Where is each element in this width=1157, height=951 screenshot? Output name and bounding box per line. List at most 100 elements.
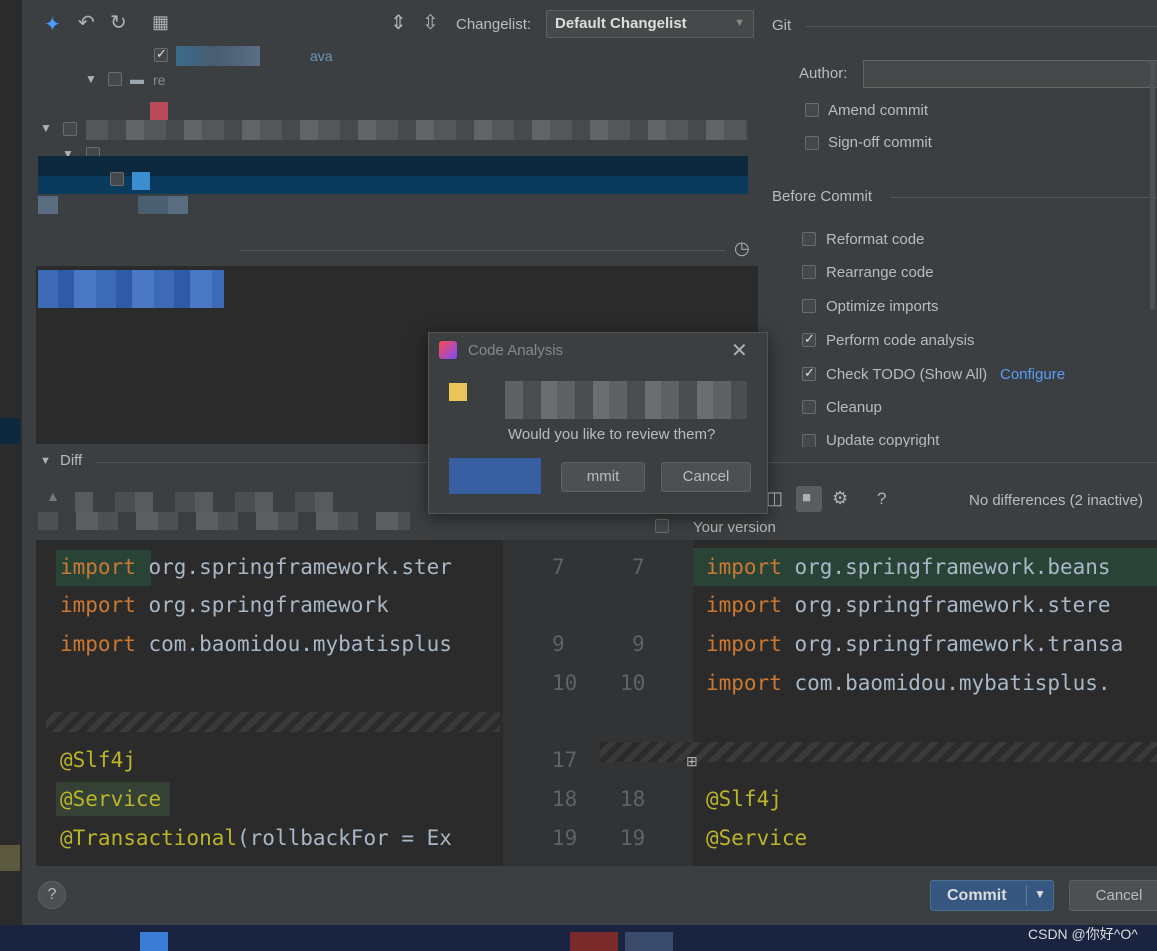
blurred-toolbar-row [38,512,410,530]
left-code-line: @Slf4j [60,748,136,772]
commit-button-label: Commit [947,887,1007,904]
gear-icon[interactable]: ⚙ [832,488,848,509]
diff-fold-separator [46,712,500,732]
configure-link[interactable]: Configure [1000,366,1065,383]
refresh-icon[interactable]: ↻ [110,10,127,35]
taskbar-app-icon[interactable] [570,932,618,951]
changelist-value: Default Changelist [555,15,687,32]
amend-commit-label[interactable]: Amend commit [828,102,928,119]
blurred-commit-message [38,270,224,308]
blurred-row [38,196,262,214]
help-button[interactable]: ? [38,881,66,909]
folder-icon: ▬ [130,71,144,87]
gutter-line-number: 7 [552,555,565,579]
ide-left-highlight-2 [0,845,20,871]
before-commit-title: Before Commit [772,188,873,205]
file-name-suffix: ava [310,48,333,64]
lock-icon: ■ [802,489,812,506]
warning-icon [449,383,467,401]
file-checkbox[interactable] [154,46,168,62]
perform-code-analysis-label[interactable]: Perform code analysis [826,332,974,349]
pin-icon[interactable]: ✦ [44,12,61,37]
selected-file-checkbox[interactable] [110,172,124,186]
sign-off-commit-label[interactable]: Sign-off commit [828,134,932,151]
cancel-button[interactable]: Cancel [1069,880,1157,911]
author-label: Author: [799,65,848,82]
changelist-dropdown[interactable]: Default Changelist ▼ [546,10,754,38]
reformat-code-label[interactable]: Reformat code [826,231,924,248]
undo-icon[interactable]: ↶ [78,10,95,35]
help-icon[interactable]: ? [877,489,886,509]
group-by-icon[interactable]: ▦ [152,12,169,33]
diff-right-editor[interactable] [693,540,1157,866]
dialog-title: Code Analysis [468,342,564,359]
dialog-commit-button[interactable]: mmit [561,462,645,492]
right-code-line: import org.springframework.stere [706,593,1111,617]
optimize-imports-checkbox[interactable] [802,299,816,313]
right-code-line: import org.springframework.transa [706,632,1124,656]
collapse-all-icon[interactable]: ⇳ [422,10,439,35]
scrollbar[interactable] [1150,60,1155,310]
check-todo-checkbox[interactable] [802,365,816,381]
update-copyright-label[interactable]: Update copyright [826,432,939,447]
check-todo-label[interactable]: Check TODO (Show All) [826,366,987,383]
left-code-line: import org.springframework [60,593,389,617]
diff-fold-separator [600,742,1157,762]
code-analysis-dialog: Code Analysis ✕ Would you like to review… [428,332,768,514]
left-code-line: import com.baomidou.mybatisplus [60,632,452,656]
update-copyright-row: Update copyright [795,425,1015,447]
update-copyright-checkbox[interactable] [802,434,816,447]
gutter-line-number: 7 [632,555,645,579]
cleanup-checkbox[interactable] [802,400,816,414]
reformat-code-checkbox[interactable] [802,232,816,246]
csdn-watermark: CSDN @你好^O^ [1028,926,1138,942]
gutter-line-number: 19 [552,826,578,850]
sync-scroll-icon[interactable]: ◫ [766,488,783,509]
rearrange-code-label[interactable]: Rearrange code [826,264,934,281]
optimize-imports-label[interactable]: Optimize imports [826,298,939,315]
gutter-line-number: 9 [632,632,645,656]
diff-gutter [503,540,693,866]
tree-expand-icon[interactable]: ▼ [40,121,52,135]
left-code-line: @Transactional(rollbackFor = Ex [60,826,452,850]
blurred-file-icon [132,172,150,190]
amend-commit-checkbox[interactable] [805,103,819,117]
diff-section-title: Diff [60,452,83,469]
right-code-line: import com.baomidou.mybatisplus. [706,671,1111,695]
blurred-module-path [86,120,748,140]
cleanup-label[interactable]: Cleanup [826,399,882,416]
ide-left-highlight [0,418,20,444]
taskbar-app-icon[interactable] [625,932,673,951]
right-code-line: @Slf4j [706,787,782,811]
tree-expand-icon[interactable]: ▼ [85,72,97,86]
folder-checkbox[interactable] [108,72,122,86]
gutter-line-number: 17 [552,748,578,772]
diff-status: No differences (2 inactive) [969,492,1143,509]
rearrange-code-checkbox[interactable] [802,265,816,279]
expand-all-icon[interactable]: ⇕ [390,10,407,35]
dialog-message: Would you like to review them? [508,426,716,443]
taskbar-start-icon[interactable] [140,932,168,951]
chevron-down-icon[interactable]: ▼ [1034,887,1046,901]
expand-fold-icon[interactable]: ⊞ [686,753,698,770]
history-icon[interactable]: ◷ [734,238,750,259]
ide-left-strip [0,0,22,951]
your-version-checkbox[interactable] [655,519,669,533]
review-button[interactable] [449,458,541,494]
close-icon[interactable]: ✕ [731,338,748,363]
dialog-cancel-button[interactable]: Cancel [661,462,751,492]
module-checkbox[interactable] [63,122,77,136]
author-field[interactable] [863,60,1157,88]
dialog-commit-label: mmit [586,468,620,485]
right-code-line: @Service [706,826,808,850]
gutter-line-number: 18 [620,787,646,811]
sign-off-commit-checkbox[interactable] [805,136,819,150]
perform-code-analysis-checkbox[interactable] [802,331,816,347]
commit-button[interactable]: Commit ▼ [930,880,1054,911]
cancel-button-label: Cancel [1095,887,1143,904]
up-arrow-icon[interactable]: ▲ [46,488,60,504]
diff-left-editor[interactable] [36,540,503,866]
collapse-diff-icon[interactable]: ▼ [40,455,51,467]
gutter-line-number: 18 [552,787,578,811]
help-icon: ? [47,886,57,903]
